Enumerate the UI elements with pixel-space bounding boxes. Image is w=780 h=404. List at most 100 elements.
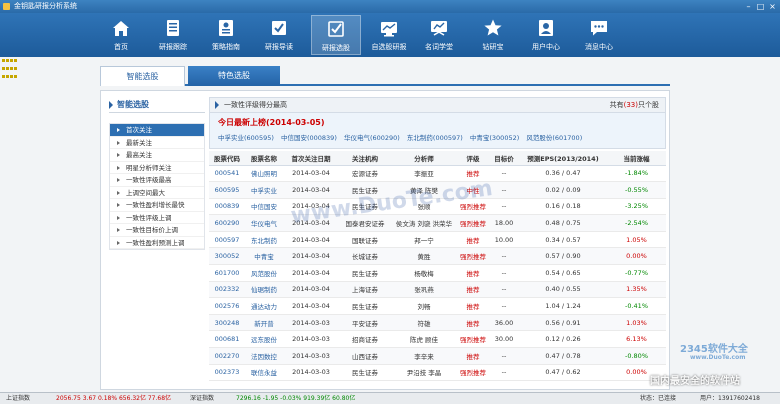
cell-name[interactable]: 远东股份 — [245, 330, 283, 349]
cell-change: 0.00% — [607, 364, 666, 382]
cell-name[interactable]: 东北制药 — [245, 231, 283, 249]
toolbar-user-center[interactable]: 用户中心 — [521, 15, 571, 55]
toolbar-research-treasure[interactable]: 钻研宝 — [468, 15, 518, 55]
toolbar-home[interactable]: 首页 — [96, 15, 146, 55]
latest-stock-link[interactable]: 东北制药(000597) — [407, 134, 463, 142]
table-row[interactable]: 300052 中青宝 2014-03-04 长城证券 黄胜 强烈推荐 -- 0.57 / 0.… — [209, 247, 666, 266]
table-row[interactable]: 601700 风范股份 2014-03-04 民生证券 杨敬梅 推荐 -- 0.54 / 0.… — [209, 264, 666, 282]
col-rating[interactable]: 评级 — [457, 151, 489, 166]
cell-name[interactable]: 风范股份 — [245, 264, 283, 282]
tab-feature-selection[interactable]: 特色选股 — [188, 66, 280, 86]
toolbar-report-tracking-label: 研报跟踪 — [159, 43, 187, 51]
table-row[interactable]: 000597 东北制药 2014-03-04 国联证券 邦一宁 推荐 10.00 0.34 /… — [209, 231, 666, 249]
cell-org: 山西证券 — [339, 347, 391, 365]
toolbar-strategy[interactable]: 策略指南 — [201, 15, 251, 55]
table-row[interactable]: 000839 中信国安 2014-03-04 民生证券 张顺 强烈推荐 -- 0.16 / 0… — [209, 198, 666, 216]
cell-eps: 0.47 / 0.78 — [519, 347, 607, 365]
latest-stock-link[interactable]: 风范股份(601700) — [526, 134, 582, 142]
col-change[interactable]: 当前涨幅 — [607, 151, 666, 166]
cell-code[interactable]: 002576 — [209, 297, 245, 315]
cell-rating: 推荐 — [457, 165, 489, 183]
guide-icon — [272, 21, 286, 35]
cell-code[interactable]: 600290 — [209, 214, 245, 232]
cell-date: 2014-03-03 — [283, 347, 339, 365]
cell-code[interactable]: 300052 — [209, 247, 245, 266]
cell-name[interactable]: 新开普 — [245, 314, 283, 332]
col-date[interactable]: 首次关注日期 — [283, 151, 339, 166]
latest-stock-link[interactable]: 中信国安(000839) — [281, 134, 337, 142]
cell-name[interactable]: 法因数控 — [245, 347, 283, 365]
grid-menu-icon[interactable] — [2, 59, 18, 78]
maximize-button[interactable]: □ — [756, 2, 765, 11]
nav-item-star-analyst[interactable]: 明星分析师关注 — [110, 162, 204, 174]
toolbar-message-center[interactable]: 消息中心 — [574, 15, 624, 55]
cell-org: 招商证券 — [339, 330, 391, 349]
nav-item-consensus-rating-top[interactable]: 一致性评级最高 — [110, 174, 204, 187]
col-target[interactable]: 目标价 — [489, 151, 519, 166]
cell-target: 18.00 — [489, 214, 519, 232]
cell-code[interactable]: 000541 — [209, 165, 245, 183]
table-row[interactable]: 000541 佛山照明 2014-03-04 宏源证券 李振亚 推荐 -- 0.36 / 0.… — [209, 165, 666, 183]
toolbar-guide[interactable]: 研报导读 — [254, 15, 304, 55]
cell-name[interactable]: 佛山照明 — [245, 165, 283, 183]
cell-eps: 1.04 / 1.24 — [519, 297, 607, 315]
sh-index-values: 2056.75 3.67 0.18% 656.32亿 77.68亿 — [56, 395, 172, 402]
watchlist-icon — [381, 22, 397, 37]
table-row[interactable]: 600290 华仪电气 2014-03-04 国泰君安证券 侯文涛 刘骁 洪荣华 强烈推荐… — [209, 214, 666, 232]
toolbar-stock-pick[interactable]: 研报选股 — [311, 15, 361, 55]
toolbar-report-tracking[interactable]: 研报跟踪 — [148, 15, 198, 55]
cell-code[interactable]: 600595 — [209, 181, 245, 199]
cell-name[interactable]: 仙琚制药 — [245, 281, 283, 299]
cell-code[interactable]: 601700 — [209, 264, 245, 282]
nav-item-forecast-upgrade[interactable]: 一致性盈利预测上调 — [110, 237, 204, 249]
cell-target: 10.00 — [489, 231, 519, 249]
latest-stock-link[interactable]: 华仪电气(600290) — [344, 134, 400, 142]
nav-item-latest-focus[interactable]: 最新关注 — [110, 137, 204, 149]
nav-item-top-focus[interactable]: 最高关注 — [110, 149, 204, 162]
col-analyst[interactable]: 分析师 — [391, 151, 457, 166]
cell-name[interactable]: 华仪电气 — [245, 214, 283, 232]
cell-analyst: 张巩燕 — [391, 281, 457, 299]
cell-code[interactable]: 002373 — [209, 364, 245, 382]
toolbar-watchlist[interactable]: 自选股研报 — [364, 15, 414, 55]
table-row[interactable]: 002270 法因数控 2014-03-03 山西证券 李辛来 推荐 -- 0.47 / 0.… — [209, 347, 666, 365]
cell-code[interactable]: 000597 — [209, 231, 245, 249]
close-button[interactable]: × — [768, 2, 777, 11]
table-row[interactable]: 600595 中孚实业 2014-03-04 民生证券 黄泽 陈樊 中性 -- 0.02 / … — [209, 181, 666, 199]
table-row[interactable]: 300248 新开普 2014-03-03 平安证券 符雄 推荐 36.00 0.56 / 0… — [209, 314, 666, 332]
cell-org: 民生证券 — [339, 181, 391, 199]
latest-stock-link[interactable]: 中青宝(300052) — [470, 134, 519, 142]
nav-item-rating-upgrade[interactable]: 一致性评级上调 — [110, 212, 204, 224]
nav-item-target-upgrade[interactable]: 一致性目标价上调 — [110, 224, 204, 237]
tab-smart-selection[interactable]: 智能选股 — [100, 66, 185, 86]
cell-change: 6.13% — [607, 330, 666, 349]
table-row[interactable]: 002576 通达动力 2014-03-04 民生证券 刘畅 推荐 -- 1.04 / 1.2… — [209, 297, 666, 315]
table-row[interactable]: 002332 仙琚制药 2014-03-04 上海证券 张巩燕 推荐 -- 0.40 / 0.… — [209, 281, 666, 299]
col-code[interactable]: 股票代码 — [209, 151, 245, 166]
table-row[interactable]: 000681 远东股份 2014-03-03 招商证券 陈虎 顾佳 强烈推荐 30.00 0.… — [209, 330, 666, 349]
cell-name[interactable]: 通达动力 — [245, 297, 283, 315]
cell-code[interactable]: 000839 — [209, 198, 245, 216]
sz-index-values: 7296.16 -1.95 -0.03% 919.39亿 60.80亿 — [236, 395, 356, 402]
col-name[interactable]: 股票名称 — [245, 151, 283, 166]
cell-name[interactable]: 中信国安 — [245, 198, 283, 216]
cell-name[interactable]: 中孚实业 — [245, 181, 283, 199]
cell-code[interactable]: 000681 — [209, 330, 245, 349]
cell-date: 2014-03-04 — [283, 214, 339, 232]
cell-name[interactable]: 联信永益 — [245, 364, 283, 382]
toolbar-classroom[interactable]: 名词学堂 — [414, 15, 464, 55]
nav-item-profit-growth[interactable]: 一致性盈利增长最快 — [110, 199, 204, 212]
col-eps[interactable]: 预测EPS(2013/2014) — [519, 151, 607, 166]
cell-org: 国联证券 — [339, 231, 391, 249]
cell-code[interactable]: 002332 — [209, 281, 245, 299]
minimize-button[interactable]: – — [744, 2, 753, 11]
nav-item-first-focus[interactable]: 首次关注 — [110, 124, 204, 137]
latest-stock-link[interactable]: 中孚实业(600595) — [218, 134, 274, 142]
cell-code[interactable]: 002270 — [209, 347, 245, 365]
cell-name[interactable]: 中青宝 — [245, 247, 283, 266]
cell-analyst: 黄胜 — [391, 247, 457, 266]
col-org[interactable]: 关注机构 — [339, 151, 391, 166]
nav-item-upside[interactable]: 上调空间最大 — [110, 187, 204, 199]
cell-code[interactable]: 300248 — [209, 314, 245, 332]
table-row[interactable]: 002373 联信永益 2014-03-03 民生证券 尹沿技 李晶 强烈推荐 -- 0.47… — [209, 364, 666, 382]
